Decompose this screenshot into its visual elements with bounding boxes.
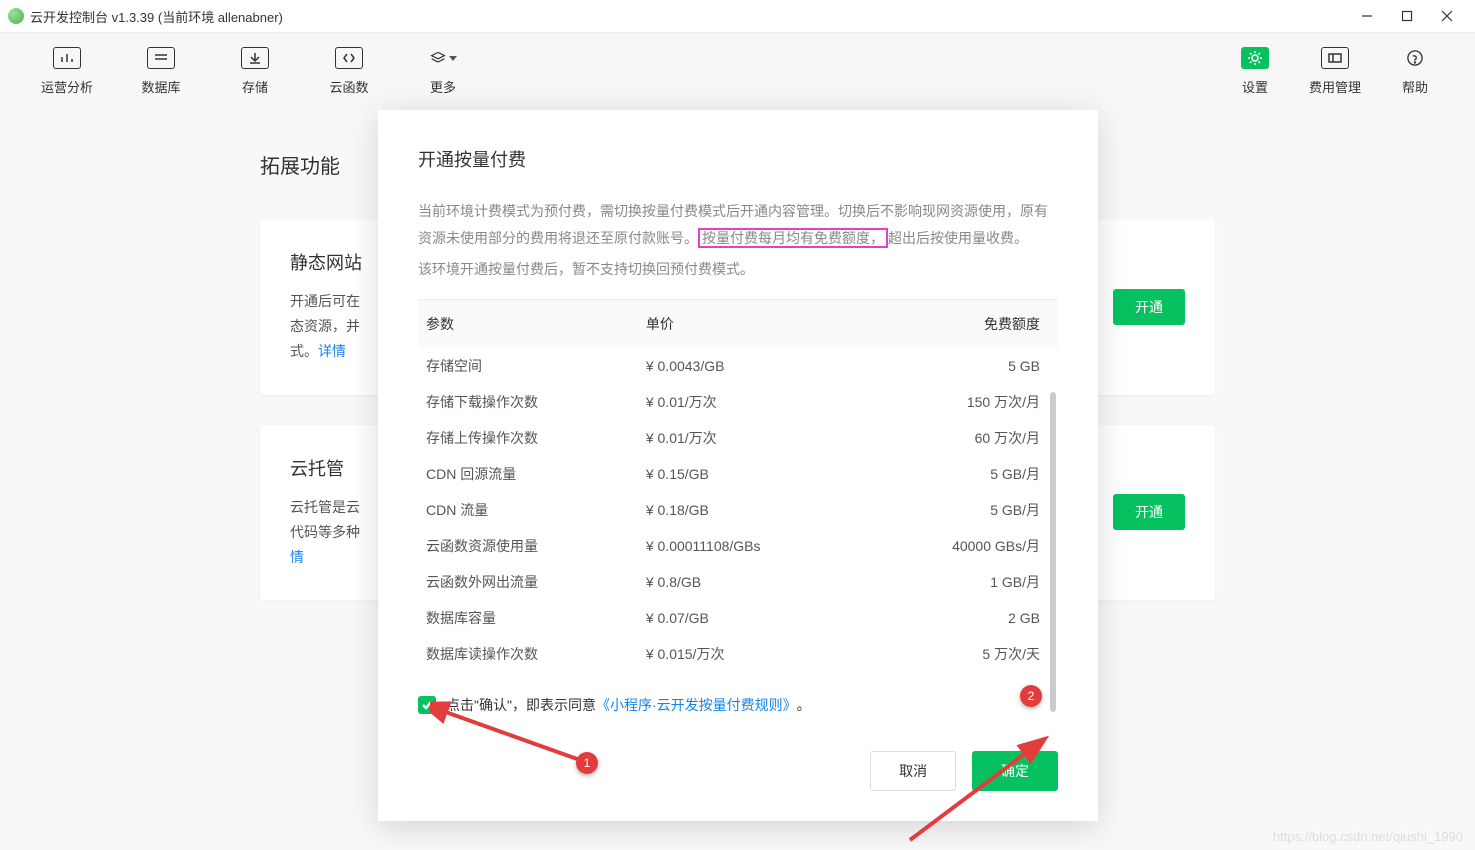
titlebar: 云开发控制台 v1.3.39 (当前环境 allenabner) [0,0,1475,32]
billing-icon [1321,47,1349,69]
table-row: 云函数外网出流量¥ 0.8/GB1 GB/月 [418,564,1058,600]
cell-price: ¥ 0.00011108/GBs [638,528,862,564]
help-icon [1401,47,1429,69]
col-quota: 免费额度 [862,300,1058,348]
database-icon [147,47,175,69]
top-nav: 运营分析 数据库 存储 云函数 更多 设置 费用管理 帮助 [0,32,1475,110]
nav-functions[interactable]: 云函数 [302,47,396,96]
modal-title: 开通按量付费 [418,146,1058,172]
cell-quota: 5 万次/天 [862,636,1058,669]
watermark: https://blog.csdn.net/qiushi_1990 [1273,829,1463,844]
cell-quota: 2 GB [862,600,1058,636]
cell-price: ¥ 0.15/GB [638,456,862,492]
pricing-table: 参数 单价 免费额度 存储空间¥ 0.0043/GB5 GB存储下载操作次数¥ … [418,300,1058,669]
cell-param: 存储上传操作次数 [418,420,638,456]
details-link[interactable]: 详情 [318,343,346,359]
cell-quota: 150 万次/月 [862,384,1058,420]
rules-link[interactable]: 《小程序·云开发按量付费规则》 [596,695,797,715]
maximize-button[interactable] [1387,0,1427,32]
consent-row: 点击"确认"，即表示同意 《小程序·云开发按量付费规则》 。 [418,695,1058,715]
cell-quota: 40000 GBs/月 [862,528,1058,564]
scrollbar[interactable] [1050,392,1056,752]
consent-text: 点击"确认"，即表示同意 [446,695,596,715]
nav-label: 数据库 [114,77,208,96]
modal-actions: 取消 确定 [418,751,1058,791]
cell-quota: 5 GB/月 [862,456,1058,492]
table-row: 存储下载操作次数¥ 0.01/万次150 万次/月 [418,384,1058,420]
modal-enable-pay-as-you-go: 开通按量付费 当前环境计费模式为预付费，需切换按量付费模式后开通内容管理。切换后… [378,110,1098,821]
confirm-button[interactable]: 确定 [972,751,1058,791]
nav-help[interactable]: 帮助 [1375,47,1455,96]
cell-price: ¥ 0.07/GB [638,600,862,636]
bar-chart-icon [53,47,81,69]
card-title: 云托管 [290,455,360,481]
col-price: 单价 [638,300,862,348]
nav-label: 存储 [208,77,302,96]
chevron-down-icon [449,56,457,61]
cell-param: 存储空间 [418,348,638,384]
cell-quota: 5 GB [862,348,1058,384]
nav-label: 设置 [1215,77,1295,96]
minimize-button[interactable] [1347,0,1387,32]
table-row: 存储空间¥ 0.0043/GB5 GB [418,348,1058,384]
cell-price: ¥ 0.0043/GB [638,348,862,384]
cell-quota: 60 万次/月 [862,420,1058,456]
table-row: 数据库容量¥ 0.07/GB2 GB [418,600,1058,636]
window-title: 云开发控制台 v1.3.39 (当前环境 allenabner) [30,7,283,26]
cell-price: ¥ 0.01/万次 [638,384,862,420]
storage-icon [241,47,269,69]
cell-quota: 1 GB/月 [862,564,1058,600]
table-row: 云函数资源使用量¥ 0.00011108/GBs40000 GBs/月 [418,528,1058,564]
table-row: 数据库读操作次数¥ 0.015/万次5 万次/天 [418,636,1058,669]
pricing-table-wrap[interactable]: 参数 单价 免费额度 存储空间¥ 0.0043/GB5 GB存储下载操作次数¥ … [418,299,1058,669]
modal-note: 该环境开通按量付费后，暂不支持切换回预付费模式。 [418,259,1058,279]
cell-price: ¥ 0.015/万次 [638,636,862,669]
table-row: 存储上传操作次数¥ 0.01/万次60 万次/月 [418,420,1058,456]
cell-param: CDN 回源流量 [418,456,638,492]
layers-icon [429,47,457,69]
cell-price: ¥ 0.18/GB [638,492,862,528]
col-param: 参数 [418,300,638,348]
annotation-pill-2: 2 [1020,685,1042,707]
nav-label: 云函数 [302,77,396,96]
nav-label: 运营分析 [20,77,114,96]
nav-label: 费用管理 [1295,77,1375,96]
nav-more[interactable]: 更多 [396,47,490,96]
card-desc: 开通后可在 资源共享 态资源，并 式。详情 [290,289,362,365]
open-button[interactable]: 开通 [1113,494,1185,530]
details-link[interactable]: 情 [290,549,304,565]
nav-analytics[interactable]: 运营分析 [20,47,114,96]
cell-param: 云函数资源使用量 [418,528,638,564]
nav-settings[interactable]: 设置 [1215,47,1295,96]
open-button[interactable]: 开通 [1113,289,1185,325]
function-icon [335,47,363,69]
cell-quota: 5 GB/月 [862,492,1058,528]
cell-param: 数据库读操作次数 [418,636,638,669]
annotation-pill-1: 1 [576,752,598,774]
close-button[interactable] [1427,0,1467,32]
cell-param: CDN 流量 [418,492,638,528]
nav-billing[interactable]: 费用管理 [1295,47,1375,96]
modal-description: 当前环境计费模式为预付费，需切换按量付费模式后开通内容管理。切换后不影响现网资源… [418,198,1058,251]
consent-checkbox[interactable] [418,696,436,714]
app-logo-icon [8,8,24,24]
gear-icon [1241,47,1269,69]
card-title: 静态网站 [290,249,362,275]
highlighted-text: 按量付费每月均有免费额度， [698,228,888,248]
nav-label: 更多 [396,77,490,96]
cell-price: ¥ 0.8/GB [638,564,862,600]
nav-label: 帮助 [1375,77,1455,96]
nav-storage[interactable]: 存储 [208,47,302,96]
cell-param: 云函数外网出流量 [418,564,638,600]
cell-param: 数据库容量 [418,600,638,636]
card-desc: 云托管是云 供了丰富 代码等多种 无需编 情 [290,495,360,571]
cancel-button[interactable]: 取消 [870,751,956,791]
table-row: CDN 流量¥ 0.18/GB5 GB/月 [418,492,1058,528]
nav-database[interactable]: 数据库 [114,47,208,96]
cell-param: 存储下载操作次数 [418,384,638,420]
cell-price: ¥ 0.01/万次 [638,420,862,456]
table-row: CDN 回源流量¥ 0.15/GB5 GB/月 [418,456,1058,492]
